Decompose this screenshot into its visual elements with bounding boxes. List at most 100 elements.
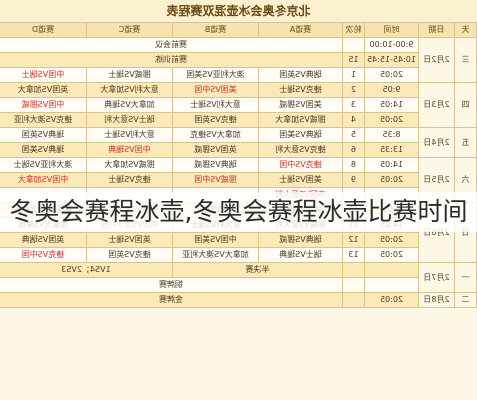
event-cell: 赛前训练: [0, 52, 343, 68]
table-row: 20:05 9 美国VS瑞士 挪威VS中国 捷克VS瑞士 中国VS加拿大: [0, 172, 477, 188]
event-cell: 半决赛: [172, 262, 343, 278]
round-cell: 8: [342, 157, 365, 173]
sheet-c-match: 中国VS瑞典: [86, 142, 173, 158]
header-sheet-d: 赛道D: [0, 22, 87, 38]
schedule-body: 三 2月2日 9:00-10:00 赛前会议 10:45-15:45 15 赛前训练 20:0…: [0, 37, 477, 308]
header-sheet-c: 赛道C: [86, 22, 173, 38]
pairing-cell: 1VS4；2VS3: [0, 262, 173, 278]
table-row: 20:05 1 瑞典VS英国 澳大利亚VS美国 挪威VS瑞士 中国VS瑞士: [0, 67, 477, 83]
schedule-image: 北京冬奥会冰壶混双赛程表 天 日期 时间 轮次 赛道A 赛道B 赛道C 赛道D …: [0, 0, 477, 400]
sheet-b-match: 澳大利亚VS美国: [172, 67, 259, 83]
table-row: 五 2月4日 8:35 5 瑞典VS美国 加拿大VS捷克 意大利VS瑞士 瑞典VS英国: [0, 127, 477, 158]
round-cell: [342, 37, 365, 53]
round-cell: 9: [342, 172, 365, 188]
sheet-b-match: 瑞典VS挪威: [172, 157, 259, 173]
sheet-c-match: 瑞士VS意大利: [86, 112, 173, 128]
sheet-a-match: 美国VS瑞士: [258, 172, 343, 188]
watermark-banner: 冬奥会赛程冰壶,冬奥会赛程冰壶比赛时间: [0, 192, 477, 232]
weekday-cell: 一: [454, 262, 477, 293]
header-date: 日期: [418, 22, 455, 38]
sheet-a-match: 瑞典VS美国: [258, 127, 343, 143]
table-row: 10:45-15:45 15 赛前训练: [0, 52, 477, 68]
sheet-a-match: 捷克VS意大利: [258, 142, 343, 158]
table-row: 20:05 4 挪威VS加拿大 捷克VS英国 瑞士VS意大利 捷克VS澳大利亚: [0, 112, 477, 128]
header-weekday: 天: [454, 22, 477, 38]
time-cell: 20:05: [364, 67, 419, 83]
round-cell: 15: [342, 52, 365, 68]
sheet-c-match: 英国VS瑞士: [86, 232, 173, 248]
sheet-c-match: 加拿大VS瑞典: [86, 97, 173, 113]
date-cell: 2月8日: [418, 292, 455, 308]
sheet-d-match: 捷克VS中国: [0, 247, 87, 263]
header-sheet-a: 赛道A: [258, 22, 343, 38]
round-cell: [342, 262, 365, 278]
time-cell: [364, 277, 419, 293]
header-time: 时间: [364, 22, 419, 38]
round-cell: 12: [342, 232, 365, 248]
sheet-d-match: 中国VS瑞士: [0, 67, 87, 83]
sheet-d-match: 瑞典VS英国: [0, 127, 87, 143]
sheet-c-match: 意大利VS加拿大: [86, 82, 173, 98]
time-cell: 8:35: [364, 127, 419, 143]
time-cell: 20:05: [364, 112, 419, 128]
table-row: 六 2月5日 14:05 8 捷克VS中国 瑞典VS挪威 挪威VS加拿大 澳大利亚VS瑞士: [0, 157, 477, 203]
event-cell: 铜牌赛: [0, 277, 343, 293]
table-row: 一 2月7日 半决赛 1VS4；2VS3: [0, 262, 477, 293]
date-cell: 2月7日: [418, 262, 455, 293]
table-row: 铜牌赛: [0, 277, 477, 293]
weekday-cell: 五: [454, 127, 477, 158]
time-cell: 14:05: [364, 157, 419, 173]
sheet-d-match: 英国VS瑞典: [0, 232, 87, 248]
table-row: 四 2月3日 9:05 2 捷克VS瑞士 美国VS中国 意大利VS加拿大 英国VS加拿大: [0, 82, 477, 128]
sheet-a-match: 瑞士VS瑞典: [258, 247, 343, 263]
round-cell: 3: [342, 97, 365, 113]
sheet-d-match: 瑞典VS美国: [0, 142, 87, 158]
header-round: 轮次: [342, 22, 365, 38]
time-cell: 9:05: [364, 82, 419, 98]
sheet-c-match: 捷克VS英国: [86, 247, 173, 263]
time-cell: 14:05: [364, 97, 419, 113]
round-cell: 13: [342, 247, 365, 263]
time-cell: 20:05: [364, 232, 419, 248]
time-cell: 20:05: [364, 292, 419, 308]
sheet-b-match: 挪威VS中国: [172, 172, 259, 188]
time-cell: [364, 262, 419, 278]
weekday-cell: 四: [454, 82, 477, 128]
sheet-d-match: 澳大利亚VS瑞士: [0, 157, 87, 173]
sheet-b-match: 中国VS美国: [172, 232, 259, 248]
header-sheet-b: 赛道B: [172, 22, 259, 38]
sheet-c-match: 挪威VS瑞士: [86, 67, 173, 83]
round-cell: 1: [342, 67, 365, 83]
time-cell: 20:05: [364, 172, 419, 188]
time-cell: 13:35: [364, 142, 419, 158]
sheet-b-match: 美国VS中国: [172, 82, 259, 98]
table-row: 20:05 12 瑞典VS挪威 中国VS美国 英国VS瑞士 英国VS瑞典: [0, 232, 477, 248]
time-cell: 20:05: [364, 247, 419, 263]
date-cell: 2月2日: [418, 37, 455, 83]
event-cell: 金牌赛: [0, 292, 343, 308]
sheet-c-match: 挪威VS加拿大: [86, 157, 173, 173]
table-row: 20:05 13 瑞士VS瑞典 加拿大VS澳大利亚 捷克VS英国 捷克VS中国: [0, 247, 477, 263]
schedule-title: 北京冬奥会冰壶混双赛程表: [0, 0, 477, 23]
sheet-c-match: 捷克VS瑞士: [86, 172, 173, 188]
round-cell: 4: [342, 112, 365, 128]
sheet-a-match: 瑞典VS挪威: [258, 232, 343, 248]
date-cell: 2月4日: [418, 127, 455, 158]
sheet-b-match: 英国VS挪威: [172, 142, 259, 158]
round-cell: [342, 292, 365, 308]
event-cell: 赛前会议: [0, 37, 343, 53]
round-cell: 6: [342, 142, 365, 158]
table-row: 二 2月8日 20:05 金牌赛: [0, 292, 477, 308]
sheet-b-match: 意大利VS瑞士: [172, 97, 259, 113]
round-cell: [342, 277, 365, 293]
table-row: 三 2月2日 9:00-10:00 赛前会议: [0, 37, 477, 83]
sheet-a-match: 美国VS挪威: [258, 97, 343, 113]
table-row: 14:05 3 美国VS挪威 意大利VS瑞士 加拿大VS瑞典 中国VS挪威: [0, 97, 477, 113]
time-cell: 9:00-10:00: [364, 37, 419, 53]
sheet-d-match: 英国VS加拿大: [0, 82, 87, 98]
round-cell: 2: [342, 82, 365, 98]
weekday-cell: 二: [454, 292, 477, 308]
sheet-b-match: 加拿大VS捷克: [172, 127, 259, 143]
sheet-a-match: 捷克VS中国: [258, 157, 343, 173]
weekday-cell: 三: [454, 37, 477, 83]
